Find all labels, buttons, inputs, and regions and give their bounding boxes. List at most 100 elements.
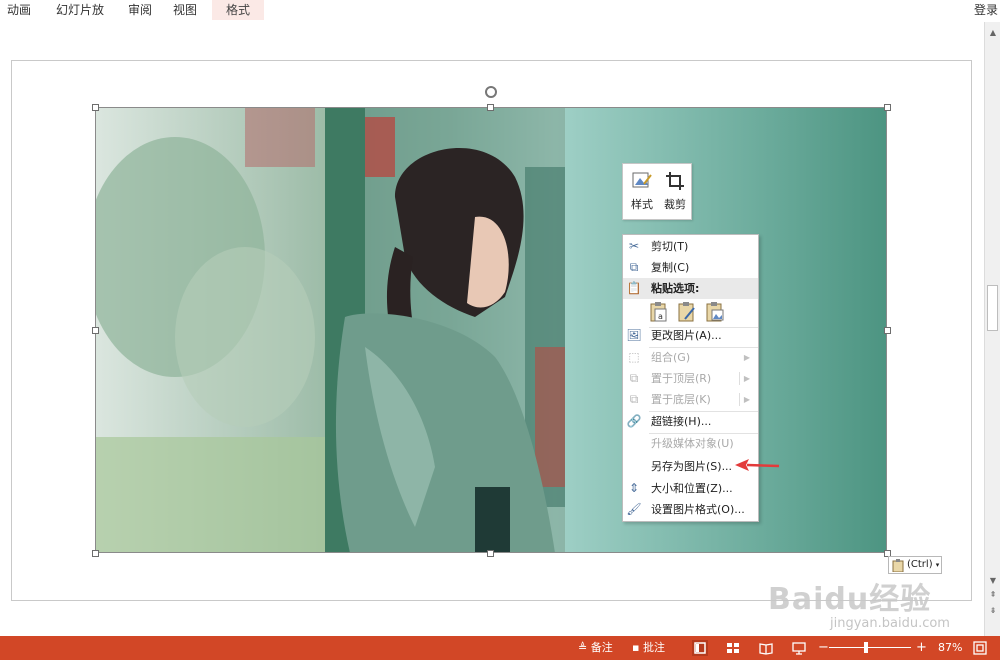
- resize-handle-bottom-left[interactable]: [92, 550, 99, 557]
- reading-view-button[interactable]: [758, 640, 774, 656]
- group-icon: ⬚: [628, 350, 640, 364]
- resize-handle-top[interactable]: [487, 104, 494, 111]
- next-slide-icon[interactable]: ⇟: [988, 606, 998, 616]
- submenu-arrow-icon: ▶: [743, 374, 750, 383]
- format-picture-icon: 🖌: [626, 502, 642, 516]
- notes-button[interactable]: ≜ 备注: [578, 636, 613, 660]
- style-button-label: 样式: [631, 198, 653, 211]
- menu-item-format-picture[interactable]: 🖌 设置图片格式(O)...: [623, 499, 758, 520]
- mini-toolbar: 样式 裁剪: [622, 163, 692, 220]
- paste-use-destination-theme-icon[interactable]: a: [649, 301, 669, 323]
- paste-icon: 📋: [626, 281, 642, 295]
- baidu-watermark: Baidu经验 jingyan.baidu.com: [768, 574, 978, 638]
- ribbon-tab-bar: 动画 幻灯片放映 审阅 视图 格式 登录: [0, 0, 1000, 37]
- crop-button[interactable]: 裁剪: [659, 168, 691, 216]
- slide-sorter-icon: [727, 643, 739, 653]
- zoom-slider-thumb[interactable]: [864, 642, 868, 653]
- photo-illustration: [95, 107, 887, 553]
- paste-ctrl-label: (Ctrl): [907, 559, 933, 570]
- red-arrow-icon: [735, 459, 780, 471]
- scroll-thumb[interactable]: [987, 285, 998, 331]
- svg-text:a: a: [658, 312, 663, 321]
- paste-as-picture-icon[interactable]: [705, 301, 725, 323]
- resize-handle-top-right[interactable]: [884, 104, 891, 111]
- scroll-up-icon[interactable]: ▲: [988, 28, 998, 38]
- send-to-back-icon: ⧉: [629, 392, 639, 406]
- menu-item-label: 置于底层(K): [651, 393, 711, 406]
- tab-format[interactable]: 格式: [212, 0, 264, 20]
- crop-button-label: 裁剪: [664, 198, 686, 211]
- menu-item-send-to-back[interactable]: ⧉ 置于底层(K) ▶: [623, 389, 758, 410]
- menu-item-label: 另存为图片(S)...: [651, 460, 733, 473]
- tab-animations[interactable]: 动画: [4, 0, 34, 20]
- clipboard-icon: [892, 559, 904, 572]
- menu-item-change-picture[interactable]: 🖼 更改图片(A)...: [623, 325, 758, 346]
- menu-item-hyperlink[interactable]: 🔗 超链接(H)...: [623, 411, 758, 432]
- hyperlink-icon: 🔗: [626, 414, 642, 428]
- menu-item-label: 粘贴选项:: [651, 282, 700, 295]
- menu-item-label: 设置图片格式(O)...: [651, 503, 745, 516]
- submenu-arrow-icon: ▶: [743, 353, 750, 362]
- picture-style-icon: [632, 172, 652, 188]
- rotate-handle-icon[interactable]: [485, 86, 497, 98]
- resize-handle-left[interactable]: [92, 327, 99, 334]
- tab-view[interactable]: 视图: [170, 0, 200, 20]
- tab-slideshow[interactable]: 幻灯片放映: [52, 0, 108, 37]
- comments-button[interactable]: ▪ 批注: [632, 636, 665, 660]
- notes-label: 备注: [590, 641, 613, 654]
- zoom-out-button[interactable]: −: [818, 636, 829, 660]
- submenu-arrow-icon: ▶: [743, 395, 750, 404]
- change-picture-icon: 🖼: [626, 328, 642, 342]
- resize-handle-right[interactable]: [884, 327, 891, 334]
- dropdown-arrow-icon: ▾: [935, 561, 940, 569]
- split-divider: [739, 393, 740, 406]
- menu-item-upgrade-media[interactable]: 升级媒体对象(U): [623, 433, 758, 454]
- powerpoint-window: 动画 幻灯片放映 审阅 视图 格式 登录 ▲ ▼ ⇞ ⇟: [0, 0, 1000, 660]
- fit-window-icon: [973, 641, 987, 655]
- style-button[interactable]: 样式: [626, 168, 658, 216]
- slideshow-icon: [792, 642, 806, 655]
- tab-review[interactable]: 审阅: [125, 0, 155, 20]
- crop-icon: [666, 172, 684, 190]
- menu-item-copy[interactable]: ⧉ 复制(C): [623, 257, 758, 278]
- size-position-icon: ⇕: [628, 481, 640, 495]
- split-divider: [739, 372, 740, 385]
- menu-item-label: 升级媒体对象(U): [651, 437, 734, 450]
- paste-options-ctrl-button[interactable]: (Ctrl) ▾: [888, 556, 942, 574]
- menu-item-bring-to-front[interactable]: ⧉ 置于顶层(R) ▶: [623, 368, 758, 389]
- menu-item-label: 组合(G): [651, 351, 691, 364]
- comment-icon: ▪: [632, 641, 640, 654]
- zoom-level[interactable]: 87%: [938, 636, 962, 660]
- normal-view-button[interactable]: [692, 640, 708, 656]
- resize-handle-bottom[interactable]: [487, 550, 494, 557]
- login-link[interactable]: 登录: [974, 0, 998, 20]
- context-menu: ✂ 剪切(T) ⧉ 复制(C) 📋 粘贴选项: a 🖼 更改图片(A)... ⬚…: [622, 234, 759, 522]
- previous-slide-icon[interactable]: ⇞: [988, 590, 998, 600]
- watermark-url: jingyan.baidu.com: [830, 616, 950, 631]
- menu-item-label: 复制(C): [651, 261, 690, 274]
- menu-item-size-and-position[interactable]: ⇕ 大小和位置(Z)...: [623, 478, 758, 499]
- paste-keep-source-formatting-icon[interactable]: [677, 301, 697, 323]
- zoom-in-button[interactable]: +: [916, 636, 927, 660]
- menu-item-label: 剪切(T): [651, 240, 689, 253]
- fit-to-window-button[interactable]: [972, 640, 988, 656]
- slide-sorter-button[interactable]: [725, 640, 741, 656]
- status-bar: ≜ 备注 ▪ 批注 − + 87%: [0, 636, 1000, 660]
- comments-label: 批注: [642, 641, 665, 654]
- slideshow-button[interactable]: [791, 640, 807, 656]
- menu-item-cut[interactable]: ✂ 剪切(T): [623, 236, 758, 257]
- copy-icon: ⧉: [629, 260, 639, 274]
- menu-item-paste-options: 📋 粘贴选项:: [623, 278, 758, 299]
- bring-to-front-icon: ⧉: [629, 371, 639, 385]
- notes-icon: ≜: [578, 641, 588, 654]
- reading-view-icon: [759, 643, 773, 655]
- selected-picture[interactable]: [95, 107, 887, 553]
- vertical-scrollbar[interactable]: ▲ ▼ ⇞ ⇟: [984, 22, 1000, 636]
- menu-item-group[interactable]: ⬚ 组合(G) ▶: [623, 347, 758, 368]
- menu-item-label: 置于顶层(R): [651, 372, 712, 385]
- menu-item-label: 更改图片(A)...: [651, 329, 722, 342]
- zoom-slider-track[interactable]: [829, 647, 911, 648]
- scroll-down-icon[interactable]: ▼: [988, 576, 998, 586]
- scissors-icon: ✂: [628, 239, 640, 253]
- resize-handle-top-left[interactable]: [92, 104, 99, 111]
